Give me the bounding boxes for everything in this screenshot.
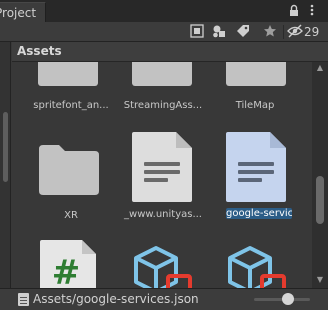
folder-icon	[38, 62, 98, 89]
more-icon[interactable]	[305, 4, 319, 18]
folder-tree-scrollbar[interactable]	[3, 112, 8, 182]
asset-item-selected[interactable]: google-servic...	[210, 132, 300, 222]
asset-item[interactable]: spritefont_an...	[26, 62, 116, 122]
window-title-bar: Project	[0, 0, 328, 22]
folder-icon	[132, 62, 192, 89]
hidden-packages-count: 29	[304, 25, 320, 39]
asset-label: _www.unityas...	[124, 209, 202, 220]
scrollbar-thumb[interactable]	[316, 176, 324, 224]
csharp-script-icon: #	[40, 240, 96, 288]
asset-item[interactable]: StreamingAss...	[118, 62, 208, 122]
asset-label: TileMap	[235, 100, 275, 111]
tab-project-label: Project	[0, 6, 37, 20]
asset-grid-scrollbar[interactable]: ▲ ▼	[312, 62, 328, 288]
asset-label: XR	[64, 210, 78, 221]
asset-grid: spritefont_an... StreamingAss... TileMap…	[12, 62, 312, 288]
asset-item[interactable]: TileMap	[210, 62, 300, 122]
asset-item[interactable]: _www.unityas...	[118, 132, 208, 222]
folder-icon	[226, 62, 286, 89]
asset-item[interactable]	[210, 242, 300, 288]
breadcrumb-assets[interactable]: Assets	[17, 44, 62, 58]
asset-item[interactable]: #	[26, 240, 116, 288]
assets-breadcrumb-header: Assets	[12, 42, 328, 62]
asset-label: StreamingAss...	[123, 100, 203, 111]
selected-asset-path: Assets/google-services.json	[33, 292, 199, 306]
lock-icon[interactable]	[287, 4, 301, 18]
scroll-down-arrow-icon[interactable]: ▼	[315, 276, 325, 284]
text-file-icon	[132, 132, 192, 205]
filter-type-icon[interactable]	[210, 24, 228, 40]
status-bar: Assets/google-services.json	[0, 288, 328, 310]
asset-item[interactable]	[118, 242, 208, 288]
prefab-icon	[226, 242, 290, 288]
svg-text:#: #	[52, 253, 81, 288]
folder-icon	[39, 145, 99, 198]
text-file-icon	[226, 132, 286, 205]
eye-hidden-icon[interactable]	[286, 24, 304, 40]
favorite-star-icon[interactable]	[261, 24, 279, 40]
label-icon[interactable]	[234, 24, 252, 40]
icon-size-slider-handle[interactable]	[281, 293, 294, 305]
toolbar-divider	[283, 25, 284, 39]
scroll-up-arrow-icon[interactable]: ▲	[315, 64, 325, 72]
project-toolbar: 29	[0, 22, 328, 42]
scene-search-icon[interactable]	[188, 24, 206, 40]
tab-project[interactable]: Project	[0, 2, 46, 22]
asset-label: spritefont_an...	[33, 100, 109, 111]
folder-tree-panel-edge	[0, 42, 11, 288]
asset-item[interactable]: XR	[26, 132, 116, 222]
asset-label: google-servic...	[226, 208, 292, 219]
prefab-icon	[132, 242, 196, 288]
file-icon	[18, 293, 29, 306]
